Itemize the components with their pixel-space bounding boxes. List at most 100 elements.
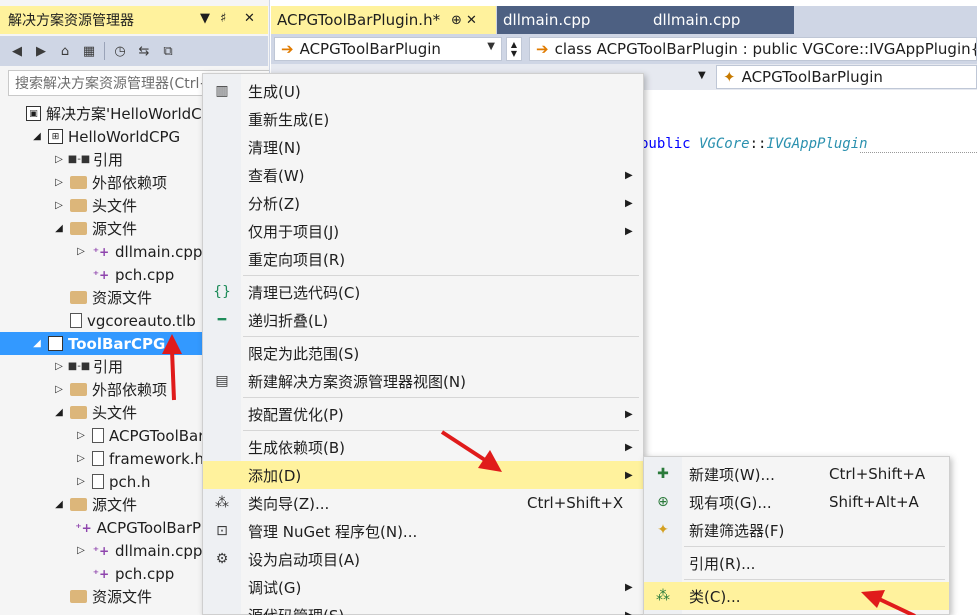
folder-icon — [70, 498, 87, 511]
menu-item-label: 查看(W) — [248, 166, 305, 185]
code-keyword: public — [640, 136, 691, 152]
menu-item[interactable]: 引用(R)... — [644, 549, 949, 577]
references-icon: ■-■ — [67, 154, 91, 165]
menu-item[interactable]: 清理(N) — [203, 133, 643, 161]
menu-item[interactable]: 源代码管理(S) ▶ — [203, 601, 643, 615]
tab-acpgtoolbarplugin-h[interactable]: ACPGToolBarPlugin.h* ⊕ ✕ — [271, 6, 496, 34]
menu-item[interactable]: 限定为此范围(S) — [203, 339, 643, 367]
history-icon[interactable]: ◷ — [111, 42, 129, 60]
expand-icon[interactable]: ▷ — [74, 545, 88, 556]
menu-item[interactable]: {} 清理已选代码(C) — [203, 278, 643, 306]
menu-item[interactable]: ▥ 生成(U) — [203, 77, 643, 105]
submenu-arrow-icon: ▶ — [625, 441, 633, 453]
menu-item-label: 类向导(Z)... — [248, 494, 330, 513]
menu-item[interactable]: ▣资源(S)... — [644, 610, 949, 615]
nuget-icon: ⊡ — [216, 523, 228, 539]
back-icon[interactable]: ◀ — [8, 42, 26, 60]
menu-item-label: 生成依赖项(B) — [248, 438, 345, 457]
search-placeholder: 搜索解决方案资源管理器(Ctrl+;) — [15, 76, 222, 92]
tree-item-label: 头文件 — [92, 404, 138, 422]
build-icon: ▥ — [215, 83, 229, 99]
switch-views-icon[interactable]: ▦ — [80, 42, 98, 60]
folder-icon — [70, 199, 87, 212]
tab-label: ACPGToolBarPlugin.h* — [277, 11, 441, 29]
folder-icon — [70, 406, 87, 419]
menu-item-label: 递归折叠(L) — [248, 311, 329, 330]
menu-item[interactable]: ⚙ 设为启动项目(A) — [203, 545, 643, 573]
menu-item-shortcut: Shift+Alt+A — [829, 493, 919, 511]
expand-icon[interactable]: ▷ — [74, 430, 88, 441]
menu-item[interactable]: ✚ 新建项(W)... Ctrl+Shift+A — [644, 460, 949, 488]
tab-label: dllmain.cpp — [653, 11, 741, 29]
submenu-arrow-icon: ▶ — [625, 469, 633, 481]
menu-item-label: 管理 NuGet 程序包(N)... — [248, 522, 418, 541]
tree-item-label: framework.h — [109, 449, 205, 468]
menu-item[interactable]: ━ 递归折叠(L) — [203, 306, 643, 334]
collapse-icon[interactable]: ◢ — [52, 223, 66, 234]
tree-item-label: pch.cpp — [115, 564, 175, 583]
dropdown-icon[interactable]: ▼ — [200, 11, 210, 26]
menu-item[interactable]: 重新生成(E) — [203, 105, 643, 133]
menu-item[interactable]: ▤ 新建解决方案资源管理器视图(N) — [203, 367, 643, 395]
home-icon[interactable]: ⌂ — [56, 42, 74, 60]
solution-explorer-title: 解决方案资源管理器 — [8, 13, 134, 29]
tree-item-label: 头文件 — [92, 197, 138, 215]
code-type: IVGAppPlugin — [766, 136, 868, 152]
tab-pin-close-icons[interactable]: ⊕ ✕ — [451, 13, 477, 28]
collapse-all-icon[interactable]: ⧉ — [159, 42, 177, 60]
submenu-arrow-icon: ▶ — [625, 169, 633, 181]
tree-item-label: 引用 — [93, 358, 124, 376]
collapse-icon[interactable]: ◢ — [30, 338, 44, 349]
new-item-icon: ✚ — [657, 466, 669, 482]
code-fold-dots — [860, 152, 977, 153]
menu-item[interactable]: 生成依赖项(B) ▶ — [203, 433, 643, 461]
menu-item[interactable]: ⊕ 现有项(G)... Shift+Alt+A — [644, 488, 949, 516]
menu-item[interactable]: ⁂ 类向导(Z)... Ctrl+Shift+X — [203, 489, 643, 517]
splitter-spin-button[interactable]: ▲ ▼ — [506, 37, 522, 61]
member-dropdown[interactable]: ➔ class ACPGToolBarPlugin : public VGCor… — [529, 37, 977, 61]
menu-item[interactable]: ⊡ 管理 NuGet 程序包(N)... — [203, 517, 643, 545]
menu-item-label: 分析(Z) — [248, 194, 300, 213]
expand-icon[interactable]: ▷ — [52, 177, 66, 188]
menu-item-label: 限定为此范围(S) — [248, 344, 360, 363]
tab-dllmain-cpp-2[interactable]: dllmain.cpp — [647, 6, 794, 34]
tree-item-label: pch.cpp — [115, 265, 175, 284]
scope-value: ACPGToolBarPlugin — [299, 40, 441, 58]
collapse-icon[interactable]: ◢ — [30, 131, 44, 142]
menu-separator — [243, 397, 639, 398]
expand-icon[interactable]: ▷ — [74, 476, 88, 487]
menu-item[interactable]: 添加(D) ▶ — [203, 461, 643, 489]
menu-item[interactable]: 调试(G) ▶ — [203, 573, 643, 601]
expand-icon[interactable]: ▷ — [74, 246, 88, 257]
menu-item[interactable]: 查看(W) ▶ — [203, 161, 643, 189]
close-icon[interactable]: ✕ — [244, 11, 255, 26]
menu-item[interactable]: ✦ 新建筛选器(F) — [644, 516, 949, 544]
collapse-icon[interactable]: ◢ — [52, 499, 66, 510]
tree-item-label: 外部依赖项 — [92, 174, 168, 192]
toolbar-divider — [104, 42, 105, 60]
menu-item[interactable]: ⁂ 类(C)... — [644, 582, 949, 610]
menu-item[interactable]: 重定向项目(R) — [203, 245, 643, 273]
tree-item-label: dllmain.cpp — [115, 242, 203, 261]
class-dropdown[interactable]: ✦ ACPGToolBarPlugin — [716, 65, 977, 89]
expand-icon[interactable]: ▷ — [52, 200, 66, 211]
menu-separator — [243, 430, 639, 431]
pin-icon[interactable]: ♯ — [220, 11, 226, 26]
expand-icon[interactable]: ▷ — [52, 384, 66, 395]
menu-item-label: 调试(G) — [248, 578, 302, 597]
forward-icon[interactable]: ▶ — [32, 42, 50, 60]
gear-icon: ⚙ — [215, 551, 229, 567]
expand-icon[interactable]: ▷ — [52, 154, 66, 165]
class-icon: ✦ — [723, 68, 736, 86]
menu-item[interactable]: 按配置优化(P) ▶ — [203, 400, 643, 428]
scope-dropdown[interactable]: ➔ ACPGToolBarPlugin ▼ — [274, 37, 502, 61]
collapse-icon[interactable]: ◢ — [52, 407, 66, 418]
sync-icon[interactable]: ⇆ — [135, 42, 153, 60]
expand-icon[interactable]: ▷ — [74, 453, 88, 464]
tab-dllmain-cpp[interactable]: dllmain.cpp — [497, 6, 647, 34]
menu-item[interactable]: 分析(Z) ▶ — [203, 189, 643, 217]
header-file-icon — [92, 451, 104, 466]
document-tab-strip: ACPGToolBarPlugin.h* ⊕ ✕ dllmain.cpp dll… — [271, 6, 977, 34]
expand-icon[interactable]: ▷ — [52, 361, 66, 372]
menu-item[interactable]: 仅用于项目(J) ▶ — [203, 217, 643, 245]
